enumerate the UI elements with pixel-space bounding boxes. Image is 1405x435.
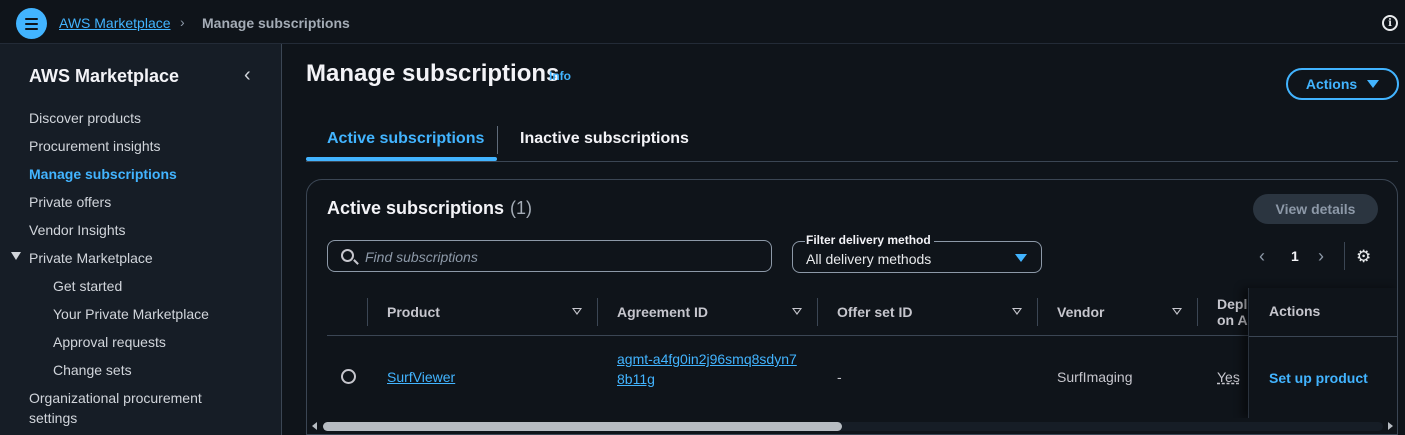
pagination-next-icon[interactable]: › [1318,246,1324,267]
column-header-vendor[interactable]: Vendor [1057,288,1104,336]
table-title: Active subscriptions (1) [327,198,532,219]
sidebar-item-get-started[interactable]: Get started [53,278,122,294]
cell-product: SurfViewer [387,369,455,385]
cell-deployed[interactable]: Yes [1217,369,1240,385]
column-header-actions: Actions [1269,303,1321,319]
caret-down-icon[interactable] [11,252,21,260]
table-count: (1) [510,198,533,218]
sidebar-item-change-sets[interactable]: Change sets [53,362,132,378]
sidebar-item-organizational-procurement[interactable]: Organizational procurement [29,390,202,406]
page-title: Manage subscriptions [306,60,560,87]
sidebar: AWS Marketplace ‹ Discover products Proc… [0,44,282,435]
filter-value: All delivery methods [806,251,932,267]
info-link[interactable]: Info [549,69,571,83]
pagination-page-1[interactable]: 1 [1291,248,1299,264]
tab-divider [497,126,498,154]
column-separator[interactable] [597,298,598,326]
cell-vendor: SurfImaging [1057,369,1133,385]
pagination-prev-icon[interactable]: ‹ [1259,246,1265,267]
subscription-tabs: Active subscriptions Inactive subscripti… [306,120,1398,162]
column-separator[interactable] [817,298,818,326]
caret-down-icon [1015,254,1027,262]
product-link[interactable]: SurfViewer [387,369,455,385]
hamburger-icon [25,27,38,30]
caret-down-icon [1367,80,1380,88]
header-divider [1249,336,1397,337]
agreement-id-link[interactable]: agmt-a4fg0in2j96smq8sdyn78b11g [617,349,797,389]
hamburger-icon [25,17,38,20]
sticky-actions-column: Actions Set up product [1248,288,1397,418]
sidebar-collapse-icon[interactable]: ‹ [244,64,251,87]
search-placeholder: Find subscriptions [365,249,478,265]
sidebar-item-manage-subscriptions[interactable]: Manage subscriptions [29,166,177,182]
column-separator [367,298,368,326]
hamburger-icon [25,22,38,25]
column-header-offer-set-id[interactable]: Offer set ID [837,288,912,336]
filter-label: Filter delivery method [805,233,934,247]
sidebar-item-approval-requests[interactable]: Approval requests [53,334,166,350]
scrollbar-thumb[interactable] [323,422,842,431]
cell-offer-set-id: - [837,369,842,385]
sidebar-item-discover-products[interactable]: Discover products [29,110,141,126]
menu-toggle-button[interactable] [16,8,47,39]
sidebar-item-organizational-procurement-settings[interactable]: settings [29,410,77,426]
search-icon [341,249,354,262]
row-select-radio[interactable] [341,369,356,384]
top-navigation-bar: AWS Marketplace › Manage subscriptions i [0,0,1405,44]
chevron-right-icon: › [180,14,185,30]
column-separator[interactable] [1037,298,1038,326]
table-title-text: Active subscriptions [327,198,505,218]
scroll-right-icon[interactable] [1388,422,1393,430]
tab-active-subscriptions[interactable]: Active subscriptions [327,130,484,148]
set-up-product-link[interactable]: Set up product [1269,370,1368,386]
search-input[interactable]: Find subscriptions [327,240,772,272]
column-header-product[interactable]: Product [387,288,440,336]
sort-icon[interactable] [572,308,582,315]
breadcrumb-current: Manage subscriptions [202,15,350,31]
sort-icon[interactable] [792,308,802,315]
actions-button-label: Actions [1305,76,1358,92]
subscriptions-table-container: Active subscriptions (1) View details Fin… [306,179,1398,435]
view-details-button[interactable]: View details [1253,194,1378,224]
horizontal-scrollbar[interactable] [307,418,1397,434]
sidebar-title: AWS Marketplace [29,66,180,86]
sidebar-item-procurement-insights[interactable]: Procurement insights [29,138,161,154]
tab-inactive-subscriptions[interactable]: Inactive subscriptions [520,130,689,148]
sort-icon[interactable] [1172,308,1182,315]
sort-icon[interactable] [1012,308,1022,315]
sidebar-item-your-private-marketplace[interactable]: Your Private Marketplace [53,306,209,322]
scroll-left-icon[interactable] [312,422,317,430]
column-separator[interactable] [1197,298,1198,326]
actions-dropdown-button[interactable]: Actions [1286,68,1399,100]
gear-icon[interactable]: ⚙ [1356,247,1371,267]
breadcrumb-aws-marketplace[interactable]: AWS Marketplace [59,15,171,31]
info-icon[interactable]: i [1382,15,1398,31]
table-header: Product Agreement ID Offer set ID Vendor… [327,288,1397,336]
sidebar-item-vendor-insights[interactable]: Vendor Insights [29,222,126,238]
active-tab-indicator [306,157,497,161]
column-header-agreement-id[interactable]: Agreement ID [617,288,708,336]
sidebar-item-private-marketplace[interactable]: Private Marketplace [29,250,153,266]
pagination-divider [1344,242,1345,270]
sidebar-item-private-offers[interactable]: Private offers [29,194,111,210]
table-row[interactable]: SurfViewer agmt-a4fg0in2j96smq8sdyn78b11… [327,337,1397,417]
